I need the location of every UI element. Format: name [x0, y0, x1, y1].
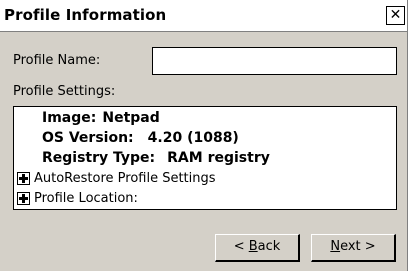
- back-button[interactable]: < Back: [215, 234, 300, 262]
- os-version-row: OS Version: 4.20 (1088): [42, 130, 239, 146]
- registry-type-key: Registry Type:: [42, 150, 156, 166]
- close-button[interactable]: ✕: [386, 6, 405, 25]
- tree-item-label: AutoRestore Profile Settings: [34, 171, 216, 186]
- profile-name-input[interactable]: [152, 47, 397, 75]
- back-rest: ack: [257, 239, 281, 254]
- registry-type-value: RAM registry: [167, 150, 270, 166]
- image-value: Netpad: [102, 110, 160, 126]
- next-button[interactable]: Next >: [311, 234, 396, 262]
- plus-expand-icon[interactable]: [17, 192, 30, 205]
- next-mnemonic: N: [330, 239, 341, 254]
- dialog-title: Profile Information: [4, 6, 167, 24]
- os-version-value: 4.20 (1088): [147, 130, 239, 146]
- back-prefix: <: [233, 239, 249, 254]
- close-icon: ✕: [389, 7, 402, 23]
- image-key: Image:: [42, 110, 97, 126]
- profile-information-dialog: Profile Information ✕ Profile Name: Prof…: [0, 0, 408, 271]
- tree-item-label: Profile Location:: [34, 191, 138, 206]
- title-bar: Profile Information ✕: [0, 0, 407, 32]
- profile-settings-label: Profile Settings:: [13, 84, 116, 99]
- profile-settings-tree[interactable]: Image: Netpad OS Version: 4.20 (1088) Regi…: [13, 106, 397, 210]
- back-mnemonic: B: [248, 239, 258, 254]
- registry-type-row: Registry Type: RAM registry: [42, 150, 270, 166]
- profile-name-label: Profile Name:: [13, 53, 101, 68]
- plus-expand-icon[interactable]: [17, 172, 30, 185]
- next-rest: ext >: [340, 239, 376, 254]
- os-version-key: OS Version:: [42, 130, 134, 146]
- image-row: Image: Netpad: [42, 110, 160, 126]
